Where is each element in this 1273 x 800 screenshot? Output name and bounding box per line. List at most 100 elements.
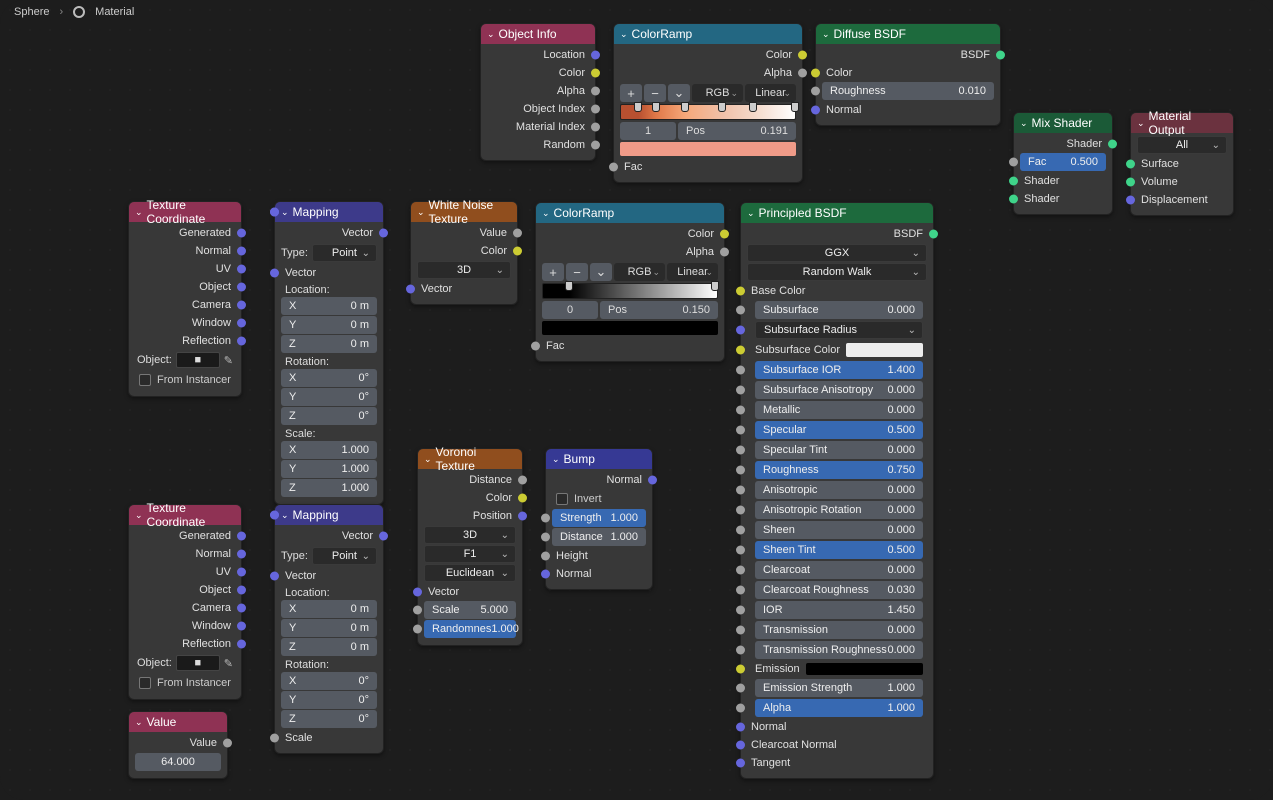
node-header[interactable]: ⌄Bump [546, 449, 652, 469]
prop-field[interactable]: Transmission0.000 [755, 621, 923, 639]
collapse-icon[interactable]: ⌄ [542, 208, 550, 219]
target-select[interactable]: All [1137, 136, 1227, 154]
socket-in[interactable] [736, 759, 745, 768]
collapse-icon[interactable]: ⌄ [281, 510, 289, 521]
socket-in[interactable] [736, 646, 745, 655]
node-header[interactable]: ⌄Texture Coordinate [129, 202, 241, 222]
node-voronoi[interactable]: ⌄Voronoi Texture Distance Color Position… [417, 448, 523, 646]
axis-field[interactable]: Y0° [281, 691, 377, 709]
socket-in[interactable] [541, 514, 550, 523]
socket-in[interactable] [736, 626, 745, 635]
axis-field[interactable]: Y1.000 [281, 460, 377, 478]
node-color-ramp-1[interactable]: ⌄ColorRamp Color Alpha + − ⌄ RGB Linear … [613, 23, 803, 183]
node-header[interactable]: ⌄White Noise Texture [411, 202, 517, 222]
axis-field[interactable]: X0 m [281, 600, 377, 618]
node-texture-coordinate-2[interactable]: ⌄Texture Coordinate GeneratedNormalUVObj… [128, 504, 242, 700]
socket-out[interactable] [591, 87, 600, 96]
axis-field[interactable]: Y0 m [281, 316, 377, 334]
socket-in[interactable] [736, 287, 745, 296]
socket-in[interactable] [736, 466, 745, 475]
socket-out[interactable] [223, 739, 232, 748]
node-texture-coordinate-1[interactable]: ⌄Texture Coordinate GeneratedNormalUVObj… [128, 201, 242, 397]
node-diffuse-bsdf[interactable]: ⌄Diffuse BSDF BSDF Color Roughness0.010 … [815, 23, 1001, 126]
collapse-icon[interactable]: ⌄ [552, 454, 560, 465]
color-mode-select[interactable]: RGB [614, 263, 665, 281]
socket-in[interactable] [736, 741, 745, 750]
socket-in[interactable] [736, 486, 745, 495]
socket-in[interactable] [541, 533, 550, 542]
collapse-icon[interactable]: ⌄ [417, 207, 425, 218]
prop-field[interactable]: Clearcoat Roughness0.030 [755, 581, 923, 599]
socket-in[interactable] [736, 606, 745, 615]
socket-in[interactable] [736, 566, 745, 575]
stop-position-field[interactable]: Pos0.150 [600, 301, 718, 319]
invert-checkbox[interactable]: Invert [546, 489, 652, 509]
node-editor-canvas[interactable]: Sphere › Material ⌄Object Info LocationC… [0, 0, 1273, 800]
emission-color-swatch[interactable] [806, 663, 923, 675]
axis-field[interactable]: Z0° [281, 407, 377, 425]
node-header[interactable]: ⌄Voronoi Texture [418, 449, 522, 469]
socket-in[interactable] [270, 572, 279, 581]
socket-out[interactable] [1108, 140, 1117, 149]
socket-out[interactable] [237, 568, 246, 577]
distribution-select[interactable]: GGX [747, 244, 927, 262]
object-field[interactable]: ■ [176, 655, 220, 671]
socket-out[interactable] [798, 69, 807, 78]
socket-out[interactable] [237, 283, 246, 292]
socket-in[interactable] [270, 269, 279, 278]
socket-in[interactable] [413, 606, 422, 615]
socket-in[interactable] [270, 511, 279, 520]
socket-out[interactable] [720, 248, 729, 257]
node-white-noise[interactable]: ⌄White Noise Texture Value Color 3D Vect… [410, 201, 518, 305]
socket-out[interactable] [518, 494, 527, 503]
collapse-icon[interactable]: ⌄ [822, 29, 830, 40]
ramp-stop[interactable] [718, 102, 726, 112]
axis-field[interactable]: Y0 m [281, 619, 377, 637]
socket-in[interactable] [1126, 196, 1135, 205]
socket-in[interactable] [531, 342, 540, 351]
stop-index-field[interactable]: 1 [620, 122, 676, 140]
stop-position-field[interactable]: Pos0.191 [678, 122, 796, 140]
prop-field[interactable]: Anisotropic0.000 [755, 481, 923, 499]
fac-field[interactable]: Fac0.500 [1020, 153, 1106, 171]
breadcrumb-object[interactable]: Sphere [14, 6, 49, 18]
collapse-icon[interactable]: ⌄ [1137, 118, 1145, 129]
socket-out[interactable] [237, 247, 246, 256]
socket-out[interactable] [648, 476, 657, 485]
socket-in[interactable] [270, 734, 279, 743]
socket-in[interactable] [736, 586, 745, 595]
prop-field[interactable]: Alpha1.000 [755, 699, 923, 717]
type-select[interactable]: Point [312, 244, 377, 262]
prop-field[interactable]: Specular Tint0.000 [755, 441, 923, 459]
breadcrumb-material[interactable]: Material [95, 6, 134, 18]
socket-out[interactable] [237, 301, 246, 310]
socket-out[interactable] [996, 51, 1005, 60]
node-header[interactable]: ⌄Mapping [275, 505, 383, 525]
node-header[interactable]: ⌄Mix Shader [1014, 113, 1112, 133]
socket-in[interactable] [406, 285, 415, 294]
socket-out[interactable] [237, 319, 246, 328]
socket-in[interactable] [736, 704, 745, 713]
socket-in[interactable] [1009, 158, 1018, 167]
socket-in[interactable] [413, 588, 422, 597]
eyedropper-icon[interactable]: ✎ [224, 354, 233, 367]
subsurface-color-swatch[interactable] [846, 343, 923, 357]
socket-in[interactable] [541, 570, 550, 579]
prop-field[interactable]: Transmission Roughness0.000 [755, 641, 923, 659]
interpolation-select[interactable]: Linear [745, 84, 796, 102]
node-mapping-2[interactable]: ⌄Mapping Vector Type:Point VectorLocatio… [274, 504, 384, 754]
socket-out[interactable] [591, 105, 600, 114]
axis-field[interactable]: X1.000 [281, 441, 377, 459]
stop-color-swatch[interactable] [542, 321, 718, 335]
stop-color-swatch[interactable] [620, 142, 796, 156]
socket-out[interactable] [518, 476, 527, 485]
socket-out[interactable] [929, 230, 938, 239]
remove-stop-button[interactable]: − [566, 263, 588, 281]
socket-in[interactable] [270, 208, 279, 217]
prop-field[interactable]: Sheen0.000 [755, 521, 923, 539]
axis-field[interactable]: Z1.000 [281, 479, 377, 497]
dimensions-select[interactable]: 3D [417, 261, 511, 279]
socket-out[interactable] [798, 51, 807, 60]
type-select[interactable]: Point [312, 547, 377, 565]
axis-field[interactable]: Z0° [281, 710, 377, 728]
